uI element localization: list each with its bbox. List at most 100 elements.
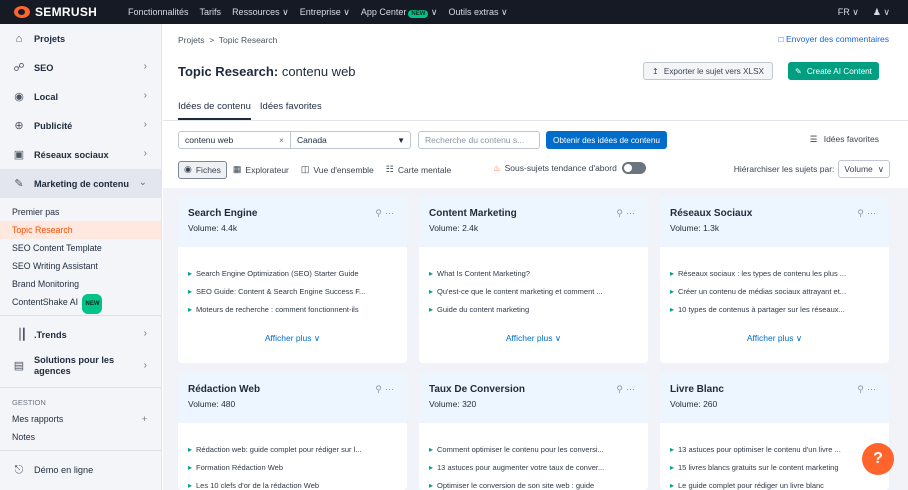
- search-icon[interactable]: ⚲: [375, 384, 385, 394]
- nav-app-center[interactable]: App Center NEW ∨: [361, 7, 437, 18]
- sidebar-sub-contentshake-ai[interactable]: ContentShake AI NEW: [0, 293, 161, 314]
- sidebar-item-solutions-agences[interactable]: ▤ Solutions pour les agences ›: [0, 349, 161, 383]
- country-select[interactable]: Canada ▼: [290, 131, 411, 149]
- topic-input[interactable]: contenu web ×: [178, 131, 291, 149]
- search-icon[interactable]: ⚲: [857, 208, 867, 218]
- semrush-logo[interactable]: SEMRUSH: [14, 5, 128, 19]
- card-headline[interactable]: ▸ Qu'est-ce que le content marketing et c…: [429, 285, 638, 303]
- more-icon[interactable]: ⋯: [626, 208, 638, 218]
- sidebar-item-reseaux-sociaux[interactable]: ▣ Réseaux sociaux ›: [0, 140, 161, 169]
- view-label: Carte mentale: [397, 164, 452, 175]
- search-icon[interactable]: ⚲: [375, 208, 385, 218]
- sidebar-sub-seo-writing-assistant[interactable]: SEO Writing Assistant: [0, 257, 161, 275]
- topic-card[interactable]: Search Engine Volume: 4.4k ⚲⋯ ▸ Search En…: [178, 197, 407, 363]
- nav-ressources[interactable]: Ressources ∨: [232, 7, 289, 18]
- more-icon[interactable]: ⋯: [385, 208, 397, 218]
- more-icon[interactable]: ⋯: [385, 384, 397, 394]
- brand-name: SEMRUSH: [35, 5, 98, 19]
- language-selector[interactable]: FR ∨: [838, 7, 859, 18]
- view-label: Vue d'ensemble: [313, 164, 374, 175]
- search-content-input[interactable]: Recherche du contenu s...: [418, 131, 540, 149]
- headline-text: Comment optimiser le contenu pour les co…: [437, 445, 604, 454]
- more-icon[interactable]: ⋯: [867, 384, 879, 394]
- card-headline[interactable]: ▸ Formation Rédaction Web: [188, 461, 397, 479]
- sidebar-sub-topic-research[interactable]: Topic Research: [0, 221, 161, 239]
- sidebar-sub-notes[interactable]: Notes: [0, 428, 161, 446]
- nav-tarifs[interactable]: Tarifs: [200, 7, 222, 17]
- card-headline[interactable]: ▸ What Is Content Marketing?: [429, 267, 638, 285]
- sidebar-sub-seo-content-template[interactable]: SEO Content Template: [0, 239, 161, 257]
- card-headline[interactable]: ▸ SEO Guide: Content & Search Engine Succ…: [188, 285, 397, 303]
- card-headline[interactable]: ▸ Moteurs de recherche : comment fonction…: [188, 303, 397, 321]
- card-headline[interactable]: ▸ Réseaux sociaux : les types de contenu …: [670, 267, 879, 285]
- country-value: Canada: [297, 135, 327, 145]
- card-headline[interactable]: ▸ Le guide complet pour rédiger un livre …: [670, 479, 879, 490]
- show-more-link[interactable]: Afficher plus ∨: [188, 333, 397, 344]
- breadcrumb-projets[interactable]: Projets: [178, 35, 204, 45]
- sidebar-item-projets[interactable]: ⌂ Projets: [0, 24, 161, 53]
- help-button[interactable]: ?: [862, 443, 894, 475]
- headline-text: Moteurs de recherche : comment fonctionn…: [196, 305, 359, 314]
- card-headline[interactable]: ▸ Search Engine Optimization (SEO) Starte…: [188, 267, 397, 285]
- topic-card[interactable]: Rédaction Web Volume: 480 ⚲⋯ ▸ Rédaction …: [178, 373, 407, 490]
- sidebar-item-seo[interactable]: ☍ SEO ›: [0, 53, 161, 82]
- more-icon[interactable]: ⋯: [867, 208, 879, 218]
- sidebar-sub-mes-rapports[interactable]: Mes rapports +: [0, 410, 161, 428]
- topic-card[interactable]: Content Marketing Volume: 2.4k ⚲⋯ ▸ What …: [419, 197, 648, 363]
- show-more-link[interactable]: Afficher plus ∨: [670, 333, 879, 344]
- trending-toggle[interactable]: [621, 162, 646, 174]
- chevron-down-icon: ∨: [852, 6, 859, 17]
- chevron-right-icon: ›: [143, 360, 147, 371]
- export-xlsx-button[interactable]: ↥ Exporter le sujet vers XLSX: [643, 62, 773, 80]
- card-headline[interactable]: ▸ 10 types de contenus à partager sur les…: [670, 303, 879, 321]
- card-headline[interactable]: ▸ 15 livres blancs gratuits sur le conten…: [670, 461, 879, 479]
- topic-card[interactable]: Réseaux Sociaux Volume: 1.3k ⚲⋯ ▸ Réseaux…: [660, 197, 889, 363]
- create-ai-content-button[interactable]: ✎ Create AI Content: [788, 62, 879, 80]
- sort-select[interactable]: Volume ∨: [838, 160, 890, 178]
- sidebar-sub-brand-monitoring[interactable]: Brand Monitoring: [0, 275, 161, 293]
- card-headline[interactable]: ▸ Comment optimiser le contenu pour les c…: [429, 443, 638, 461]
- card-headline[interactable]: ▸ Guide du content marketing: [429, 303, 638, 321]
- tab-idees-favorites[interactable]: Idées favorites: [260, 101, 322, 120]
- headline-text: Créer un contenu de médias sociaux attra…: [678, 287, 847, 296]
- card-headline[interactable]: ▸ Les 10 clefs d'or de la rédaction Web: [188, 479, 397, 490]
- sidebar-item-trends[interactable]: ▕┃ .Trends ›: [0, 320, 161, 349]
- clear-icon[interactable]: ×: [279, 135, 284, 145]
- topic-card[interactable]: Livre Blanc Volume: 260 ⚲⋯ ▸ 13 astuces p…: [660, 373, 889, 490]
- show-more-link[interactable]: Afficher plus ∨: [429, 333, 638, 344]
- tab-idees-de-contenu[interactable]: Idées de contenu: [178, 101, 251, 120]
- nav-outils-extras[interactable]: Outils extras ∨: [448, 7, 507, 18]
- chevron-down-icon: ∨: [343, 6, 350, 17]
- flame-icon: ♨: [493, 162, 501, 173]
- sidebar-item-marketing-de-contenu[interactable]: ✎ Marketing de contenu ⌄: [0, 169, 161, 198]
- card-headline[interactable]: ▸ Optimiser le conversion de son site web…: [429, 479, 638, 490]
- sidebar-sub-premier-pas[interactable]: Premier pas: [0, 203, 161, 221]
- sidebar-item-publicite[interactable]: ⊕ Publicité ›: [0, 111, 161, 140]
- sidebar-item-demo[interactable]: ⎋ Démo en ligne: [0, 455, 161, 484]
- plus-icon[interactable]: +: [142, 410, 147, 428]
- view-carte-mentale[interactable]: ☷ Carte mentale: [380, 161, 457, 179]
- view-vue-ensemble[interactable]: ◫ Vue d'ensemble: [295, 161, 380, 179]
- search-icon[interactable]: ⚲: [616, 384, 626, 394]
- card-headline[interactable]: ▸ Créer un contenu de médias sociaux attr…: [670, 285, 879, 303]
- more-icon[interactable]: ⋯: [626, 384, 638, 394]
- user-icon: ♟: [872, 6, 881, 17]
- sidebar-sub-label: Mes rapports: [12, 414, 64, 424]
- sidebar-item-local[interactable]: ◉ Local ›: [0, 82, 161, 111]
- feedback-link[interactable]: □ Envoyer des commentaires: [778, 34, 889, 44]
- table-icon: ▦: [232, 164, 242, 174]
- search-icon[interactable]: ⚲: [857, 384, 867, 394]
- get-ideas-button[interactable]: Obtenir des idées de contenu: [546, 131, 667, 149]
- card-headline[interactable]: ▸ Rédaction web: guide complet pour rédig…: [188, 443, 397, 461]
- user-menu[interactable]: ♟ ∨: [873, 7, 890, 18]
- view-fiches[interactable]: ◉ Fiches: [178, 160, 227, 179]
- nav-fonctionnalites[interactable]: Fonctionnalités: [128, 7, 189, 17]
- card-headline[interactable]: ▸ 13 astuces pour optimiser le contenu d'…: [670, 443, 879, 461]
- view-explorateur[interactable]: ▦ Explorateur: [227, 161, 295, 179]
- card-headline[interactable]: ▸ 13 astuces pour augmenter votre taux de…: [429, 461, 638, 479]
- search-icon[interactable]: ⚲: [616, 208, 626, 218]
- headline-text: Qu'est-ce que le content marketing et co…: [437, 287, 603, 296]
- topic-card[interactable]: Taux De Conversion Volume: 320 ⚲⋯ ▸ Comme…: [419, 373, 648, 490]
- favorites-link[interactable]: ☰ Idées favorites: [810, 134, 879, 145]
- nav-entreprise[interactable]: Entreprise ∨: [300, 7, 350, 18]
